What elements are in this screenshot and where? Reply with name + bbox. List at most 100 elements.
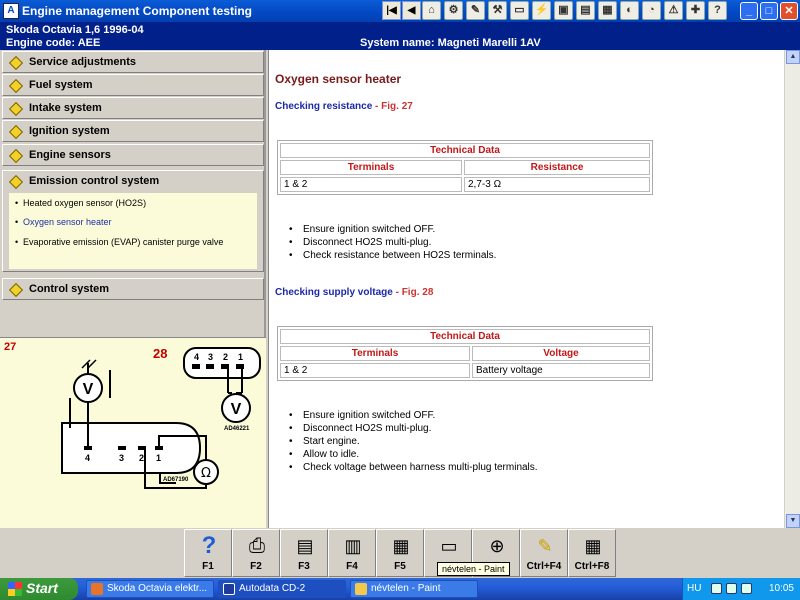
pin-label: 4 — [194, 352, 199, 362]
window-title: Engine management Component testing — [22, 4, 253, 18]
car-icon[interactable]: ▣ — [554, 1, 573, 20]
system-name-label: System name: Magneti Marelli 1AV — [360, 37, 541, 49]
category-label: Fuel system — [29, 79, 93, 91]
f4-button[interactable]: ▥ F4 — [328, 529, 376, 577]
category-engine-sensors[interactable]: Engine sensors — [2, 144, 264, 166]
tools-icon[interactable]: ✎ — [466, 1, 485, 20]
notes-icon: ▦ — [392, 536, 410, 556]
diamond-bullet-icon — [8, 282, 24, 298]
instruction-list: Ensure ignition switched OFF. Disconnect… — [289, 409, 538, 474]
pin-label: 3 — [119, 453, 124, 463]
system-tray: HU 10:05 — [682, 578, 800, 600]
category-label: Ignition system — [29, 125, 110, 137]
category-label: Service adjustments — [29, 56, 136, 68]
category-intake-system[interactable]: Intake system — [2, 97, 264, 119]
category-label: Intake system — [29, 102, 102, 114]
airbag-icon[interactable]: ◐ — [620, 1, 639, 20]
f2-print-button[interactable]: ⎙ F2 — [232, 529, 280, 577]
table-row: 1 & 2 2,7-3 Ω — [280, 177, 650, 192]
language-indicator[interactable]: HU — [687, 583, 701, 594]
browser-icon — [91, 583, 103, 595]
category-control-system[interactable]: Control system — [2, 278, 264, 300]
warning-icon[interactable]: ⚠ — [664, 1, 683, 20]
speaker-icon[interactable] — [726, 583, 737, 594]
pin-label: 4 — [85, 453, 90, 463]
notepad-icon[interactable]: ▦ — [598, 1, 617, 20]
category-fuel-system[interactable]: Fuel system — [2, 74, 264, 96]
category-label: Control system — [29, 283, 110, 295]
home-icon[interactable]: ⌂ — [422, 1, 441, 20]
help-icon[interactable]: ? — [708, 1, 727, 20]
column-header: Terminals — [280, 346, 470, 361]
list-item: Ensure ignition switched OFF. — [289, 409, 538, 422]
probe-icon: ⊕ — [489, 536, 505, 556]
maximize-icon[interactable]: □ — [760, 2, 778, 20]
taskbar-item-autodata[interactable]: Autodata CD-2 — [218, 580, 346, 598]
ohmmeter-symbol: Ω — [201, 466, 211, 481]
category-service-adjustments[interactable]: Service adjustments — [2, 51, 264, 73]
paint-icon — [355, 583, 367, 595]
autodata-icon — [223, 583, 235, 595]
diamond-bullet-icon — [8, 148, 24, 164]
diagram-code-a: AD46221 — [224, 426, 250, 432]
printer-icon[interactable]: ▤ — [576, 1, 595, 20]
wiring-diagram: V AD46221 4 3 2 1 V 4 3 2 1 Ω AD67190 — [61, 347, 261, 489]
category-ignition-system[interactable]: Ignition system — [2, 120, 264, 142]
minimize-icon[interactable]: _ — [740, 2, 758, 20]
pin-label: 1 — [156, 453, 161, 463]
list-item: Check voltage between harness multi-plug… — [289, 461, 538, 474]
pin-label: 2 — [139, 453, 144, 463]
taskbar-item-paint[interactable]: névtelen - Paint — [350, 580, 478, 598]
gauge-icon[interactable]: ◔ — [642, 1, 661, 20]
engine-icon[interactable]: ⚙ — [444, 1, 463, 20]
list-item: Start engine. — [289, 435, 538, 448]
figure-link-27[interactable]: - Fig. 27 — [375, 101, 413, 112]
first-page-button[interactable]: |◀ — [382, 1, 401, 20]
content-pane: Oxygen sensor heater Checking resistance… — [268, 50, 800, 528]
ctrl-f8-button[interactable]: ▦ Ctrl+F8 — [568, 529, 616, 577]
list-item: Ensure ignition switched OFF. — [289, 223, 496, 236]
category-emission-control[interactable]: Emission control system • Heated oxygen … — [2, 170, 264, 272]
figure-link-28[interactable]: - Fig. 28 — [396, 287, 434, 298]
column-header: Resistance — [464, 160, 650, 175]
spanner-icon[interactable]: ⚒ — [488, 1, 507, 20]
table-cell: 1 & 2 — [280, 363, 470, 378]
pencil-note-icon: ✎ — [537, 536, 553, 556]
diamond-bullet-icon — [8, 78, 24, 94]
tray-icon[interactable] — [711, 583, 722, 594]
list-item: Disconnect HO2S multi-plug. — [289, 422, 538, 435]
connector-icon: ▭ — [440, 536, 458, 556]
page-title: Oxygen sensor heater — [275, 72, 402, 86]
f3-button[interactable]: ▤ F3 — [280, 529, 328, 577]
document-icon: ▥ — [344, 536, 362, 556]
ctrl-f4-button[interactable]: ✎ Ctrl+F4 — [520, 529, 568, 577]
vertical-scrollbar[interactable]: ▲ ▼ — [784, 50, 800, 528]
start-button[interactable]: Start — [0, 578, 78, 600]
close-icon[interactable]: ✕ — [780, 2, 798, 20]
app-window: A Engine management Component testing |◀… — [0, 0, 800, 578]
list-item: Allow to idle. — [289, 448, 538, 461]
network-icon[interactable] — [741, 583, 752, 594]
windows-logo-icon — [8, 582, 22, 596]
scroll-down-icon[interactable]: ▼ — [786, 514, 800, 528]
table-caption: Technical Data — [280, 329, 650, 344]
battery-icon[interactable]: ▭ — [510, 1, 529, 20]
title-bar: A Engine management Component testing |◀… — [0, 0, 800, 22]
instruction-list: Ensure ignition switched OFF. Disconnect… — [289, 223, 496, 262]
f1-help-button[interactable]: ? F1 — [184, 529, 232, 577]
app-icon: A — [3, 3, 19, 19]
vehicle-label: Skoda Octavia 1,6 1996-04 — [6, 24, 144, 36]
previous-page-button[interactable]: ◀ — [402, 1, 421, 20]
f5-button[interactable]: ▦ F5 — [376, 529, 424, 577]
taskbar-item-browser[interactable]: Skoda Octavia elektr... — [86, 580, 214, 598]
table-row: 1 & 2 Battery voltage — [280, 363, 650, 378]
column-header: Voltage — [472, 346, 650, 361]
taskbar: Start Skoda Octavia elektr... Autodata C… — [0, 578, 800, 600]
service-icon[interactable]: ✚ — [686, 1, 705, 20]
injector-icon[interactable]: ⚡ — [532, 1, 551, 20]
table-cell: Battery voltage — [472, 363, 650, 378]
scroll-up-icon[interactable]: ▲ — [786, 50, 800, 64]
pin-label: 3 — [208, 352, 213, 362]
clock: 10:05 — [768, 583, 794, 594]
category-label: Engine sensors — [29, 149, 111, 161]
